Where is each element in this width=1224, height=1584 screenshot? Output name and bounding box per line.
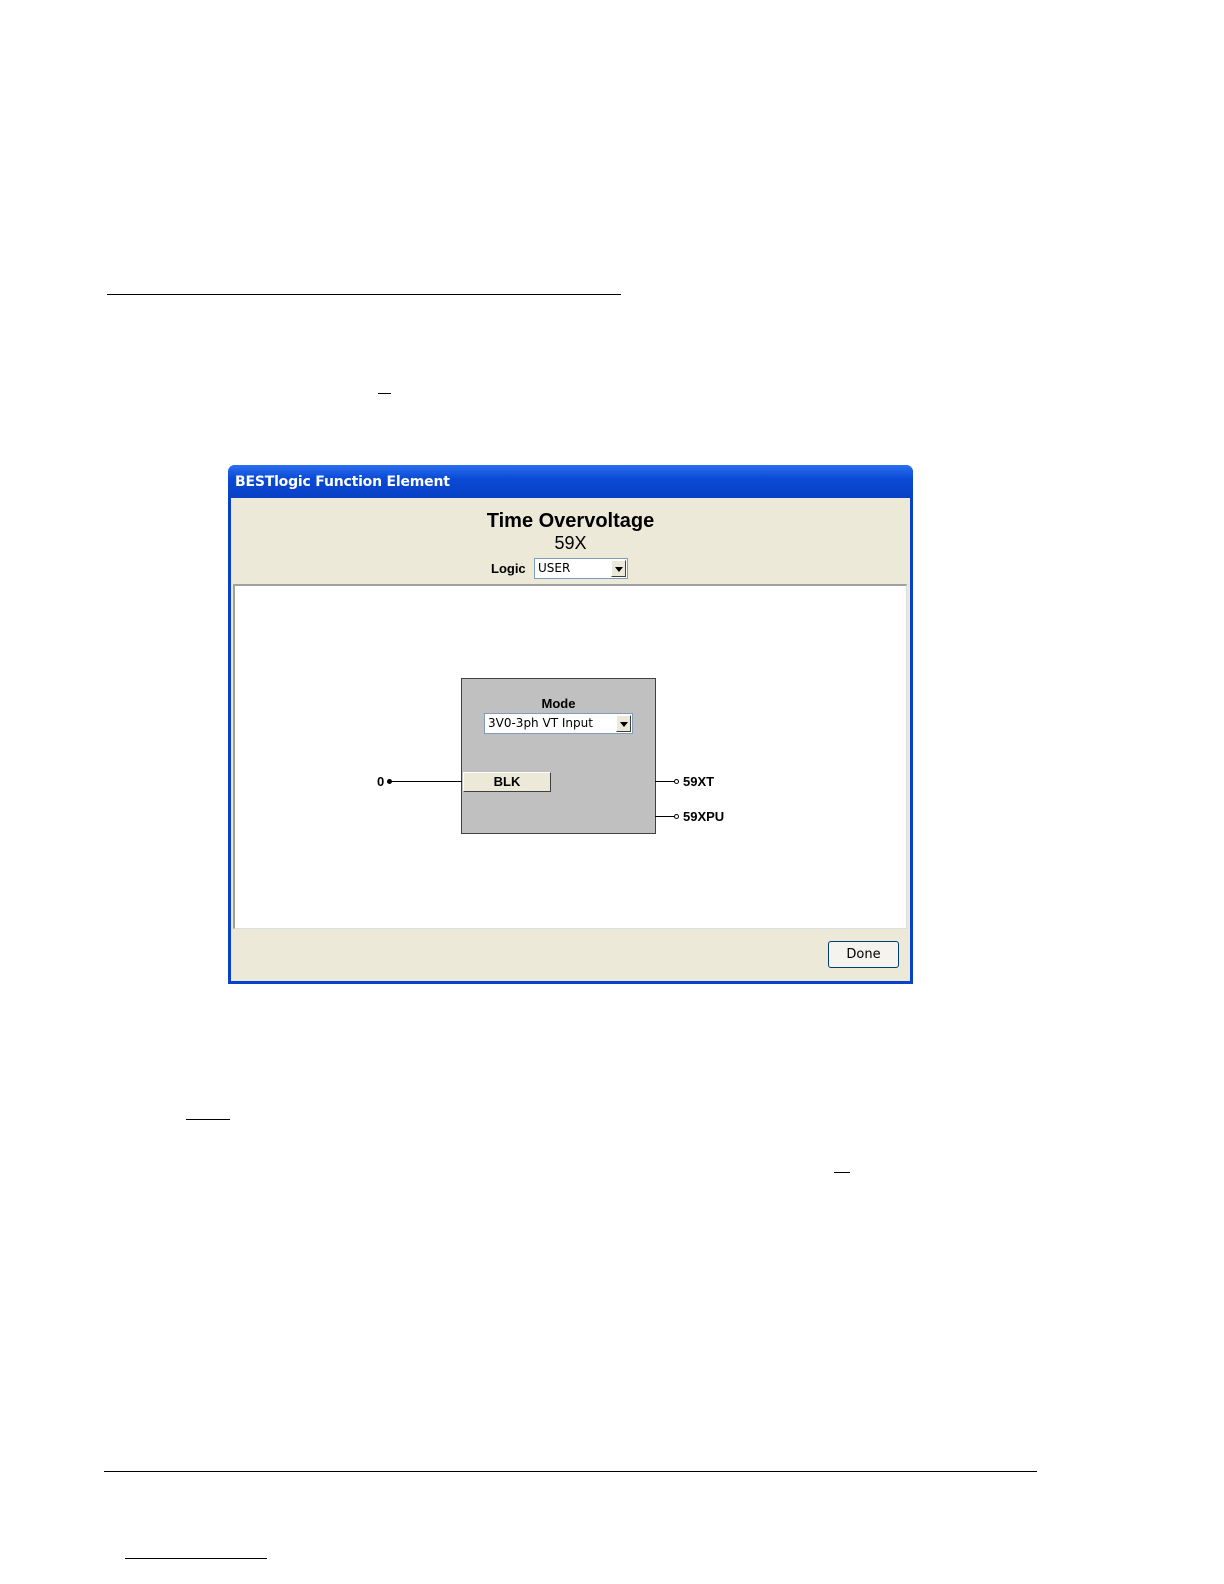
chevron-down-icon[interactable]: [611, 560, 626, 577]
trip-output-wire: [655, 781, 675, 782]
dialog-client-area: Time Overvoltage 59X Logic USER Mode 3V0…: [231, 498, 910, 981]
pickup-output-label: 59XPU: [683, 809, 725, 824]
logic-select-value: USER: [538, 561, 571, 575]
footer-rule: [104, 1471, 1037, 1472]
pickup-output-wire: [655, 816, 675, 817]
text-underline-mark: [186, 1119, 230, 1120]
section-underline: [107, 294, 621, 295]
input-wire: [391, 781, 462, 782]
bestlogic-dialog: BESTlogic Function Element Time Overvolt…: [228, 465, 913, 984]
blk-input-button[interactable]: BLK: [463, 772, 551, 792]
function-block-59x: Mode 3V0-3ph VT Input BLK: [461, 678, 656, 834]
mode-select[interactable]: 3V0-3ph VT Input: [484, 713, 633, 734]
element-heading: Time Overvoltage: [486, 510, 655, 532]
element-id: 59X: [554, 533, 587, 553]
mode-label: Mode: [541, 696, 576, 711]
text-underline-mark: [834, 1172, 850, 1173]
logic-select[interactable]: USER: [534, 558, 628, 579]
logic-diagram-canvas: Mode 3V0-3ph VT Input BLK 0 59XT 59XPU: [233, 584, 907, 929]
chevron-down-icon[interactable]: [616, 715, 631, 732]
logic-label: Logic: [491, 561, 526, 576]
trip-output-label: 59XT: [683, 774, 715, 789]
text-underline-mark: [378, 393, 391, 394]
done-button[interactable]: Done: [828, 941, 899, 968]
dialog-title: BESTlogic Function Element: [235, 474, 450, 490]
footer-link-underline: [125, 1558, 267, 1559]
dialog-titlebar[interactable]: BESTlogic Function Element: [228, 465, 913, 499]
trip-output-connector: [674, 779, 679, 784]
blk-input-value: 0: [377, 774, 385, 789]
pickup-output-connector: [674, 814, 679, 819]
mode-select-value: 3V0-3ph VT Input: [488, 716, 593, 730]
